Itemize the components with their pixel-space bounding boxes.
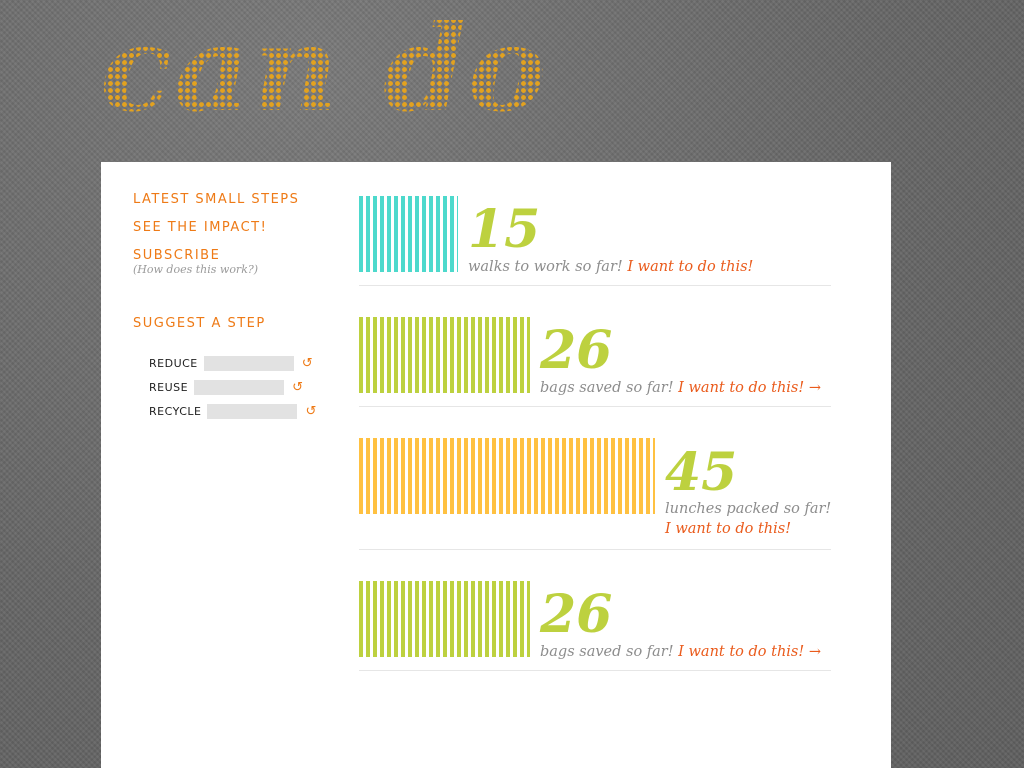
nav-see-the-impact[interactable]: See the impact! (133, 220, 333, 235)
arrow-right-icon: → (808, 644, 821, 660)
step-info: 15 walks to work so far! I want to do th… (468, 199, 754, 276)
suggest-row-reduce: Reduce ↺ (149, 351, 333, 375)
step-item: 26 bags saved so far! I want to do this!… (359, 317, 831, 407)
step-info: 45 lunches packed so far! I want to do th… (665, 447, 831, 539)
step-info: 26 bags saved so far! I want to do this!… (540, 320, 821, 397)
step-bar (359, 196, 458, 272)
nav-latest-small-steps[interactable]: Latest small steps (133, 192, 333, 207)
subscribe-note-link[interactable]: (How does this work?) (133, 263, 333, 276)
nav-subscribe[interactable]: Subscribe (133, 248, 333, 263)
step-item: 26 bags saved so far! I want to do this!… (359, 581, 831, 671)
reuse-label: Reuse (149, 380, 189, 394)
step-description: lunches packed so far! I want to do this! (665, 501, 832, 537)
step-count: 15 (468, 199, 541, 260)
step-item: 45 lunches packed so far! I want to do th… (359, 438, 831, 550)
step-item: 15 walks to work so far! I want to do th… (359, 196, 831, 286)
step-count: 26 (540, 584, 613, 645)
sidebar: Latest small steps See the impact! Subsc… (133, 192, 333, 423)
refresh-icon[interactable]: ↺ (305, 404, 316, 419)
want-to-do-this-link[interactable]: I want to do this! (627, 259, 753, 275)
want-to-do-this-link[interactable]: I want to do this! → (678, 380, 821, 396)
recycle-input[interactable] (207, 403, 298, 419)
content-panel: Latest small steps See the impact! Subsc… (101, 162, 891, 768)
arrow-right-icon: → (808, 380, 821, 396)
step-bar (359, 317, 530, 393)
step-description: bags saved so far! I want to do this! → (540, 644, 821, 660)
want-to-do-this-link[interactable]: I want to do this! → (678, 644, 821, 660)
step-description: bags saved so far! I want to do this! → (540, 380, 821, 396)
recycle-label: Recycle (149, 404, 202, 418)
step-count: 26 (540, 320, 613, 381)
logo[interactable]: can do (100, 10, 548, 128)
step-count: 45 (665, 442, 738, 503)
suggest-row-reuse: Reuse ↺ (149, 375, 333, 399)
refresh-icon[interactable]: ↺ (292, 380, 303, 395)
suggest-row-recycle: Recycle ↺ (149, 399, 333, 423)
reduce-label: Reduce (149, 356, 198, 370)
steps-list: 15 walks to work so far! I want to do th… (359, 196, 831, 702)
suggest-step-heading: Suggest a step (133, 316, 266, 331)
step-bar (359, 581, 530, 657)
reduce-input[interactable] (203, 355, 294, 371)
want-to-do-this-link[interactable]: I want to do this! (665, 521, 791, 537)
refresh-icon[interactable]: ↺ (302, 356, 313, 371)
step-bar (359, 438, 655, 514)
step-description: walks to work so far! I want to do this! (468, 259, 754, 275)
reuse-input[interactable] (194, 379, 285, 395)
step-info: 26 bags saved so far! I want to do this!… (540, 584, 821, 661)
